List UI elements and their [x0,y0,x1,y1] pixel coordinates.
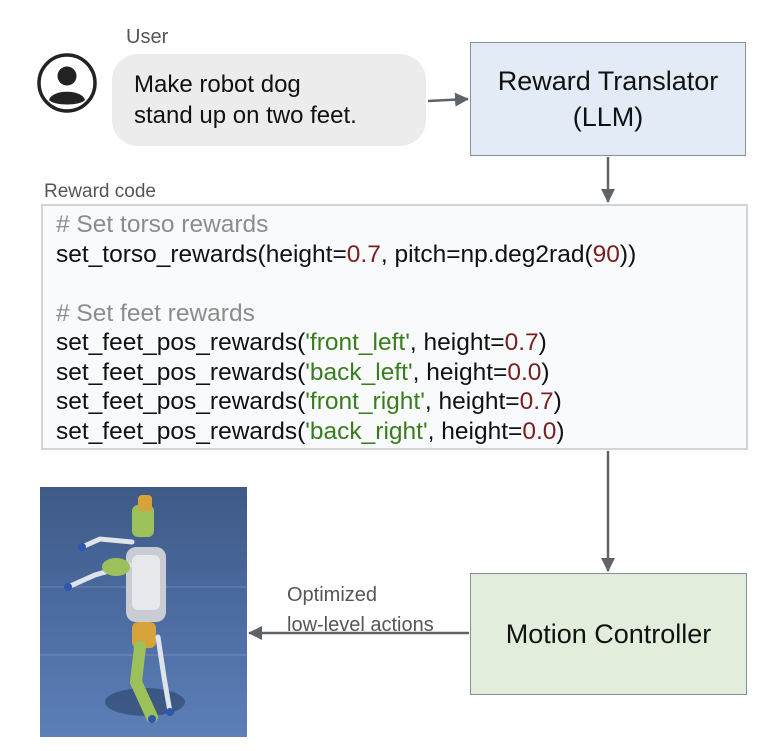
code-line: set_feet_pos_rewards('back_right', heigh… [56,417,746,447]
code-token-plain: set_feet_pos_rewards( [56,417,306,445]
code-token-plain: ) [556,417,565,445]
optimized-actions-label: Optimized low-level actions [287,580,434,640]
reward-code-block: # Set torso rewards set_torso_rewards(hei… [41,204,748,450]
code-token-plain: ) [541,358,550,386]
code-token-plain: ) [538,329,547,356]
user-label: User [126,26,169,48]
motion-controller-label: Motion Controller [505,618,712,649]
code-token-str: 'back_left' [305,358,413,386]
code-token-plain: set_feet_pos_rewards( [56,358,306,386]
code-token-plain: , height= [424,388,520,415]
code-token-plain: , height= [412,358,508,386]
code-token-plain: , pitch=np.deg2rad( [380,240,593,268]
code-line: set_feet_pos_rewards('front_left', heigh… [56,328,746,358]
code-token-plain: , height= [427,417,523,445]
code-token-plain: set_torso_rewards(height= [56,240,347,268]
user-message-bubble: Make robot dog stand up on two feet. [112,54,426,146]
reward-code-label: Reward code [44,181,156,202]
code-line: set_torso_rewards(height=0.7, pitch=np.d… [56,240,746,270]
optimized-actions-line: Optimized [287,584,378,606]
arrow-user-to-translator [427,92,469,107]
code-token-plain: set_feet_pos_rewards( [56,329,306,356]
user-avatar-icon [37,53,97,113]
code-token-comment: # Set feet rewards [56,299,255,327]
code-token-num: 0.7 [519,388,554,415]
motion-controller-box: Motion Controller [470,573,747,695]
robot-dog-simulation-image [40,487,247,737]
code-token-plain: ) [553,388,562,415]
user-message-line: Make robot dog [134,71,301,98]
code-line: # Set feet rewards [56,299,746,329]
code-line: # Set torso rewards [56,210,746,240]
optimized-actions-line: low-level actions [287,614,434,636]
code-token-plain: )) [619,240,637,268]
code-token-plain: set_feet_pos_rewards( [56,388,306,415]
reward-translator-box: Reward Translator (LLM) [470,42,746,156]
code-token-comment: # Set torso rewards [56,211,269,238]
code-token-num: 90 [592,240,620,268]
reward-translator-subtitle: (LLM) [572,102,644,132]
code-token-num: 0.7 [346,240,381,268]
reward-translator-title: Reward Translator [497,66,719,96]
code-token-plain: , height= [409,329,505,356]
code-token-num: 0.0 [522,417,557,445]
code-token-num: 0.0 [507,358,542,386]
code-token-str: 'front_left' [305,329,410,356]
user-message-line: stand up on two feet. [134,102,357,129]
code-line: set_feet_pos_rewards('back_left', height… [56,358,746,388]
code-token-num: 0.7 [504,329,539,356]
code-line: set_feet_pos_rewards('front_right', heig… [56,387,746,417]
code-token-str: 'back_right' [305,417,428,445]
code-token-str: 'front_right' [305,388,425,415]
